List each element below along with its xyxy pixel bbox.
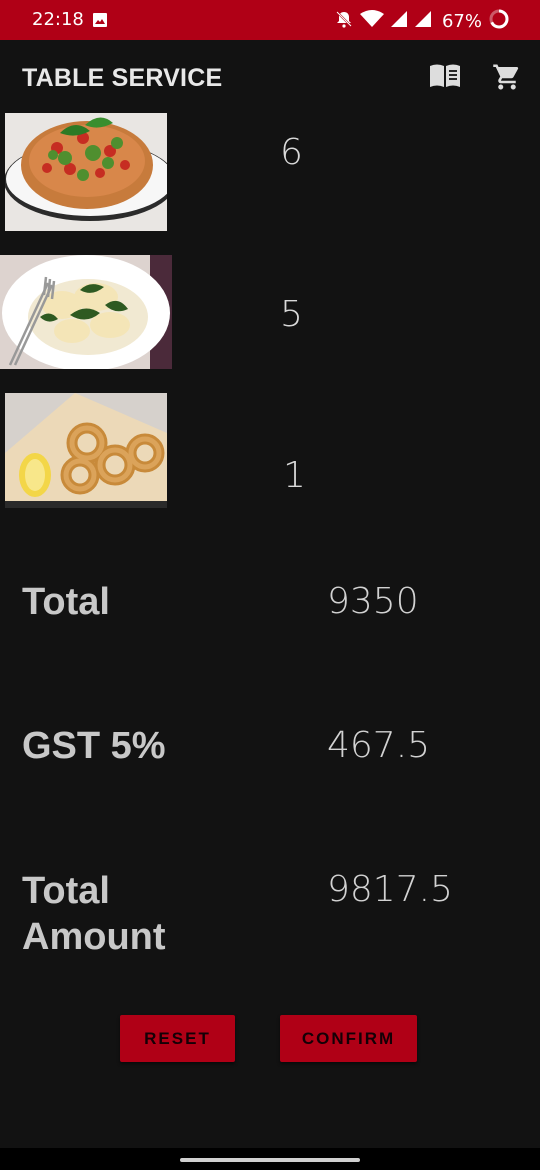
gst-label: GST 5%	[22, 725, 166, 767]
status-icons: 67%	[334, 8, 510, 35]
battery-ring-icon	[488, 8, 510, 35]
food-image-ravioli	[0, 255, 172, 369]
status-time: 22:18	[32, 9, 84, 30]
page-title: TABLE SERVICE	[22, 64, 223, 92]
total-amount-label: Total Amount	[22, 868, 166, 960]
wifi-icon	[359, 10, 384, 33]
signal-icon-2	[414, 10, 432, 33]
signal-icon	[390, 10, 408, 33]
total-amount-value: 9817.5	[327, 869, 453, 910]
total-value: 9350	[327, 581, 419, 622]
food-image-calamari	[5, 393, 167, 508]
mute-icon	[334, 9, 354, 34]
item-quantity: 1	[283, 455, 306, 496]
gst-value: 467.5	[327, 725, 431, 766]
battery-text: 67%	[441, 11, 482, 32]
cart-icon[interactable]	[492, 62, 522, 97]
total-amount-label-line1: Total	[22, 870, 110, 912]
item-quantity: 5	[280, 294, 303, 335]
total-amount-label-line2: Amount	[22, 916, 166, 958]
total-label: Total	[22, 581, 110, 623]
photo-icon	[92, 12, 108, 33]
food-image-bruschetta	[5, 113, 167, 231]
home-indicator[interactable]	[180, 1158, 360, 1162]
item-quantity: 6	[280, 132, 303, 173]
menu-book-icon[interactable]	[428, 62, 462, 95]
app-bar: TABLE SERVICE	[0, 40, 540, 114]
status-bar: 22:18 67%	[0, 0, 540, 40]
confirm-button[interactable]: CONFIRM	[280, 1015, 417, 1062]
reset-button[interactable]: RESET	[120, 1015, 235, 1062]
